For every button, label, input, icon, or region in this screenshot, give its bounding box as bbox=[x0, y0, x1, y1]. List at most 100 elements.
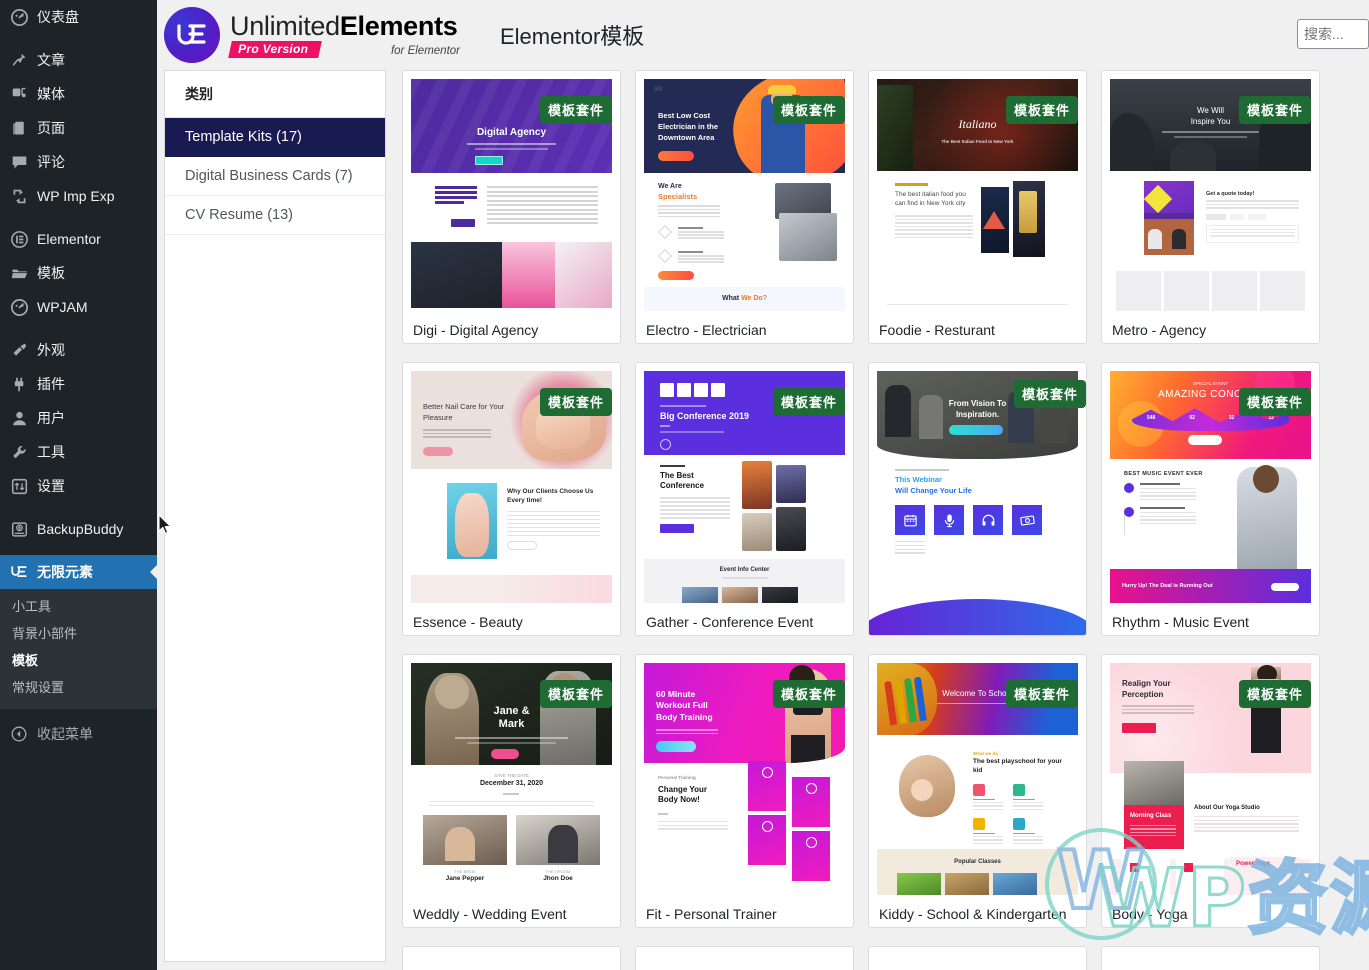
sidebar-item-label: 设置 bbox=[37, 478, 65, 494]
sidebar-subitem-0[interactable]: 小工具 bbox=[0, 593, 157, 620]
template-card-title: Body - Yoga bbox=[1112, 906, 1188, 922]
for-elementor-label: for Elementor bbox=[390, 45, 460, 58]
comment-icon bbox=[8, 152, 30, 172]
template-card-partial[interactable] bbox=[868, 946, 1087, 970]
category-item-2[interactable]: CV Resume (13) bbox=[165, 196, 385, 235]
template-card-title: Electro - Electrician bbox=[646, 322, 767, 338]
appearance-icon bbox=[8, 340, 30, 360]
pin-icon bbox=[8, 50, 30, 70]
sidebar-separator bbox=[0, 546, 157, 555]
main-area: UnlimitedElements Pro Version for Elemen… bbox=[157, 0, 1369, 970]
logo-word-unlimited: Unlimited bbox=[230, 10, 340, 41]
template-card-title: Fit - Personal Trainer bbox=[646, 906, 777, 922]
template-card[interactable]: Big Conference 2019 The Best Conference … bbox=[635, 362, 854, 636]
template-card[interactable]: From Vision To Inspiration. This Webinar W… bbox=[868, 362, 1087, 636]
sidebar-item-label: 媒体 bbox=[37, 86, 65, 102]
sidebar-subitem-2[interactable]: 模板 bbox=[0, 647, 157, 674]
sidebar-item-3[interactable]: 页面 bbox=[0, 111, 157, 145]
template-thumbnail: SPECIAL EVENT AMAZING CONCERT 548 02 32 12 … bbox=[1110, 371, 1311, 603]
template-card-partial[interactable] bbox=[635, 946, 854, 970]
sidebar-item-8[interactable]: WPJAM bbox=[0, 290, 157, 324]
sidebar-item-4[interactable]: 评论 bbox=[0, 145, 157, 179]
template-kit-badge: 模板套件 bbox=[539, 680, 612, 708]
admin-sidebar: 仪表盘文章媒体页面评论 WP Imp Exp Elementor 模板 WPJAM 外观插… bbox=[0, 0, 157, 970]
sidebar-item-15[interactable]: 无限元素 bbox=[0, 555, 157, 589]
pro-version-ribbon: Pro Version bbox=[228, 41, 323, 59]
collapse-arrow-icon bbox=[8, 726, 30, 742]
sidebar-item-label: BackupBuddy bbox=[37, 521, 124, 537]
unlimited-elements-logo: UnlimitedElements Pro Version for Elemen… bbox=[164, 7, 460, 63]
sidebar-item-label: 评论 bbox=[37, 154, 65, 170]
template-grid-wrapper: Digital Agency 模板套件 Digi - Digital Agency bbox=[402, 70, 1369, 970]
sidebar-item-7[interactable]: 模板 bbox=[0, 256, 157, 290]
sidebar-item-10[interactable]: 插件 bbox=[0, 367, 157, 401]
template-card[interactable]: Digital Agency 模板套件 Digi - Digital Agency bbox=[402, 70, 621, 344]
template-card[interactable]: 60 Minute Workout Full Body Training Perso… bbox=[635, 654, 854, 928]
template-card[interactable]: Realign Your Perception Morning Class Abo… bbox=[1101, 654, 1320, 928]
sidebar-subitem-1[interactable]: 背景小部件 bbox=[0, 620, 157, 647]
sidebar-item-label: 工具 bbox=[37, 444, 65, 460]
page-icon bbox=[8, 118, 30, 138]
template-card[interactable]: Jane & Mark SAVE THE DATE December 31, 20… bbox=[402, 654, 621, 928]
sidebar-item-label: 模板 bbox=[37, 265, 65, 281]
sidebar-item-14[interactable]: BackupBuddy bbox=[0, 512, 157, 546]
sidebar-item-5[interactable]: WP Imp Exp bbox=[0, 179, 157, 213]
template-kit-badge: 模板套件 bbox=[539, 96, 612, 124]
sidebar-item-2[interactable]: 媒体 bbox=[0, 77, 157, 111]
template-card[interactable]: Italiano The Best Italian Food In New Yo… bbox=[868, 70, 1087, 344]
template-card-title: Rhythm - Music Event bbox=[1112, 614, 1249, 630]
dashboard-icon bbox=[8, 7, 30, 27]
template-card[interactable]: Best Low Cost Electrician in the Downtow… bbox=[635, 70, 854, 344]
template-card[interactable]: We Will Inspire You Get a quote today! 模板 bbox=[1101, 70, 1320, 344]
sidebar-item-label: 外观 bbox=[37, 342, 65, 358]
template-card[interactable]: SPECIAL EVENT AMAZING CONCERT 548 02 32 12 … bbox=[1101, 362, 1320, 636]
template-card-partial[interactable] bbox=[402, 946, 621, 970]
ue-icon bbox=[8, 562, 30, 582]
elementor-icon bbox=[8, 229, 30, 249]
sidebar-item-label: 页面 bbox=[37, 120, 65, 136]
template-card-partial[interactable] bbox=[1101, 946, 1320, 970]
template-thumbnail: 60 Minute Workout Full Body Training Perso… bbox=[644, 663, 845, 895]
collapse-menu-label: 收起菜单 bbox=[37, 726, 93, 742]
template-kit-badge: 模板套件 bbox=[1238, 680, 1311, 708]
category-item-0[interactable]: Template Kits (17) bbox=[165, 118, 385, 157]
sidebar-item-11[interactable]: 用户 bbox=[0, 401, 157, 435]
sidebar-item-1[interactable]: 文章 bbox=[0, 43, 157, 77]
sidebar-separator bbox=[0, 503, 157, 512]
sidebar-item-label: WP Imp Exp bbox=[37, 188, 115, 204]
template-card-title: Weddly - Wedding Event bbox=[413, 906, 567, 922]
template-card-title: Gather - Conference Event bbox=[646, 614, 814, 630]
template-thumbnail: Best Low Cost Electrician in the Downtow… bbox=[644, 79, 845, 311]
template-thumbnail: Realign Your Perception Morning Class Abo… bbox=[1110, 663, 1311, 895]
template-card[interactable]: Welcome To School What we do The best pl… bbox=[868, 654, 1087, 928]
sidebar-item-13[interactable]: 设置 bbox=[0, 469, 157, 503]
template-thumbnail: Jane & Mark SAVE THE DATE December 31, 20… bbox=[411, 663, 612, 895]
sidebar-item-label: 仪表盘 bbox=[37, 9, 79, 25]
sidebar-submenu: 小工具 背景小部件 模板 常规设置 bbox=[0, 589, 157, 709]
search-input[interactable] bbox=[1297, 19, 1369, 49]
category-panel-header: 类别 bbox=[165, 71, 385, 118]
sidebar-item-0[interactable]: 仪表盘 bbox=[0, 0, 157, 34]
sidebar-item-label: 文章 bbox=[37, 52, 65, 68]
template-card-title: Foodie - Resturant bbox=[879, 322, 995, 338]
ue-monogram-icon bbox=[164, 7, 220, 63]
sidebar-subitem-3[interactable]: 常规设置 bbox=[0, 674, 157, 701]
template-kit-badge: 模板套件 bbox=[772, 96, 845, 124]
template-thumbnail: Better Nail Care for Your Pleasure Why O… bbox=[411, 371, 612, 603]
template-thumbnail: We Will Inspire You Get a quote today! 模板 bbox=[1110, 79, 1311, 311]
sidebar-item-label: Elementor bbox=[37, 231, 101, 247]
sidebar-item-9[interactable]: 外观 bbox=[0, 333, 157, 367]
tools-icon bbox=[8, 442, 30, 462]
template-card[interactable]: Better Nail Care for Your Pleasure Why O… bbox=[402, 362, 621, 636]
sidebar-item-12[interactable]: 工具 bbox=[0, 435, 157, 469]
sidebar-item-6[interactable]: Elementor bbox=[0, 222, 157, 256]
template-kit-badge: 模板套件 bbox=[1238, 388, 1311, 416]
user-icon bbox=[8, 408, 30, 428]
template-kit-badge: 模板套件 bbox=[1238, 96, 1311, 124]
template-card-title: Kiddy - School & Kindergarten bbox=[879, 906, 1067, 922]
collapse-menu-button[interactable]: 收起菜单 bbox=[0, 717, 157, 751]
template-card-title: Metro - Agency bbox=[1112, 322, 1207, 338]
sidebar-item-label: WPJAM bbox=[37, 299, 88, 315]
template-card-title: Digi - Digital Agency bbox=[413, 322, 539, 338]
category-item-1[interactable]: Digital Business Cards (7) bbox=[165, 157, 385, 196]
